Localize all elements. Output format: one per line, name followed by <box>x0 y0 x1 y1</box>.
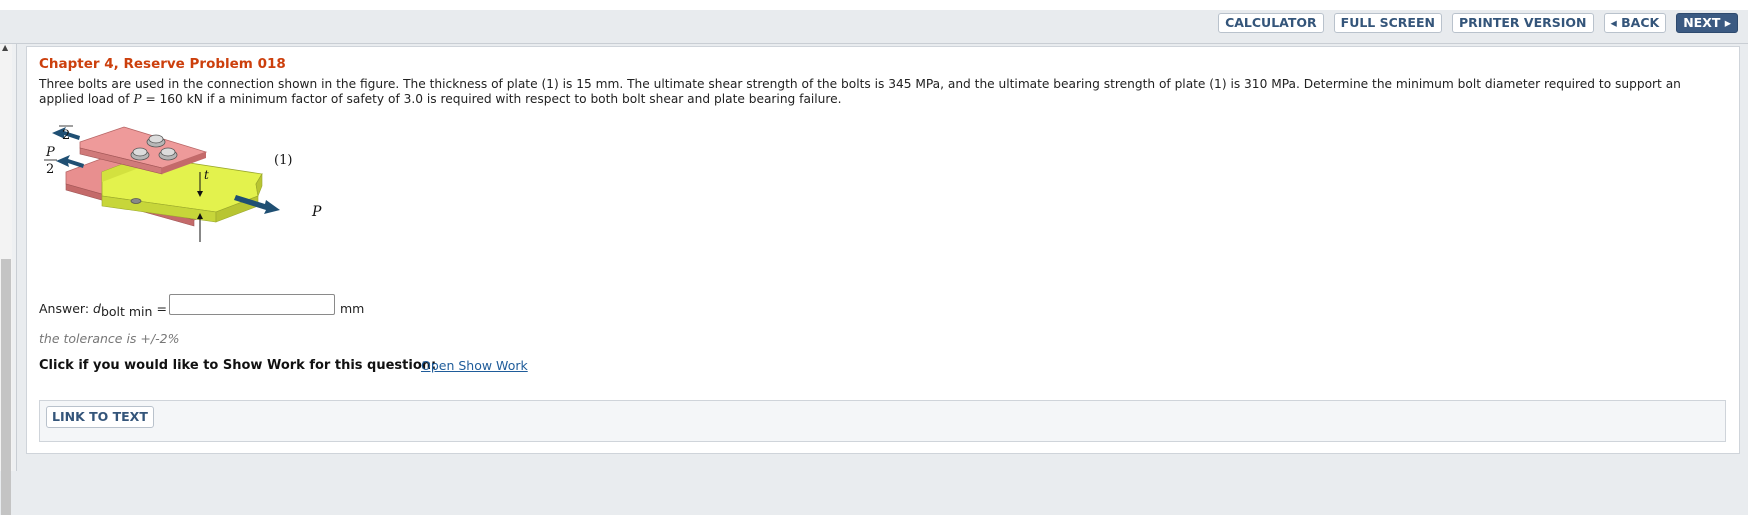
answer-subscript: bolt min <box>100 304 153 319</box>
toolbar: CALCULATOR FULL SCREEN PRINTER VERSION ◂… <box>1218 13 1738 33</box>
label-thickness-t: t <box>204 168 209 182</box>
answer-label-text: Answer: <box>39 301 94 316</box>
calculator-button[interactable]: CALCULATOR <box>1218 13 1324 33</box>
next-button[interactable]: NEXT ▸ <box>1676 13 1738 33</box>
top-strip <box>0 0 1748 10</box>
link-to-text-section <box>39 400 1726 442</box>
problem-variable-p: P <box>133 92 142 106</box>
scroll-up-arrow-icon[interactable]: ▲ <box>2 43 8 52</box>
vertical-scrollbar[interactable] <box>0 44 12 515</box>
printer-version-button[interactable]: PRINTER VERSION <box>1451 13 1594 33</box>
problem-statement: Three bolts are used in the connection s… <box>39 77 1729 107</box>
link-to-text-button[interactable]: LINK TO TEXT <box>46 406 154 428</box>
answer-label: Answer: dbolt min = <box>39 301 167 319</box>
answer-variable: d <box>93 301 101 316</box>
problem-text-part2: = 160 kN if a minimum factor of safety o… <box>141 92 842 106</box>
label-plate-1: (1) <box>274 153 292 168</box>
back-button[interactable]: ◂ BACK <box>1603 13 1667 33</box>
answer-unit: mm <box>340 301 365 316</box>
label-p-half-top-numerator: P <box>61 122 71 126</box>
bolted-connection-figure: P 2 P 2 (1) t P <box>44 122 322 242</box>
full-screen-button[interactable]: FULL SCREEN <box>1333 13 1442 33</box>
problem-title: Chapter 4, Reserve Problem 018 <box>39 56 286 72</box>
middle-load-arrow <box>56 155 84 168</box>
label-load-p: P <box>311 204 322 220</box>
answer-equals: = <box>152 301 167 316</box>
answer-input[interactable] <box>169 294 335 315</box>
label-p-half-top-denominator: 2 <box>62 128 70 143</box>
label-p-half-side-denominator: 2 <box>46 162 54 177</box>
tolerance-note: the tolerance is +/-2% <box>39 331 180 346</box>
scrollbar-thumb[interactable] <box>1 259 11 515</box>
bottom-strip <box>17 456 1748 471</box>
show-work-label: Click if you would like to Show Work for… <box>39 358 437 373</box>
open-show-work-link[interactable]: Open Show Work <box>421 358 528 373</box>
label-p-half-side-numerator: P <box>45 145 55 160</box>
